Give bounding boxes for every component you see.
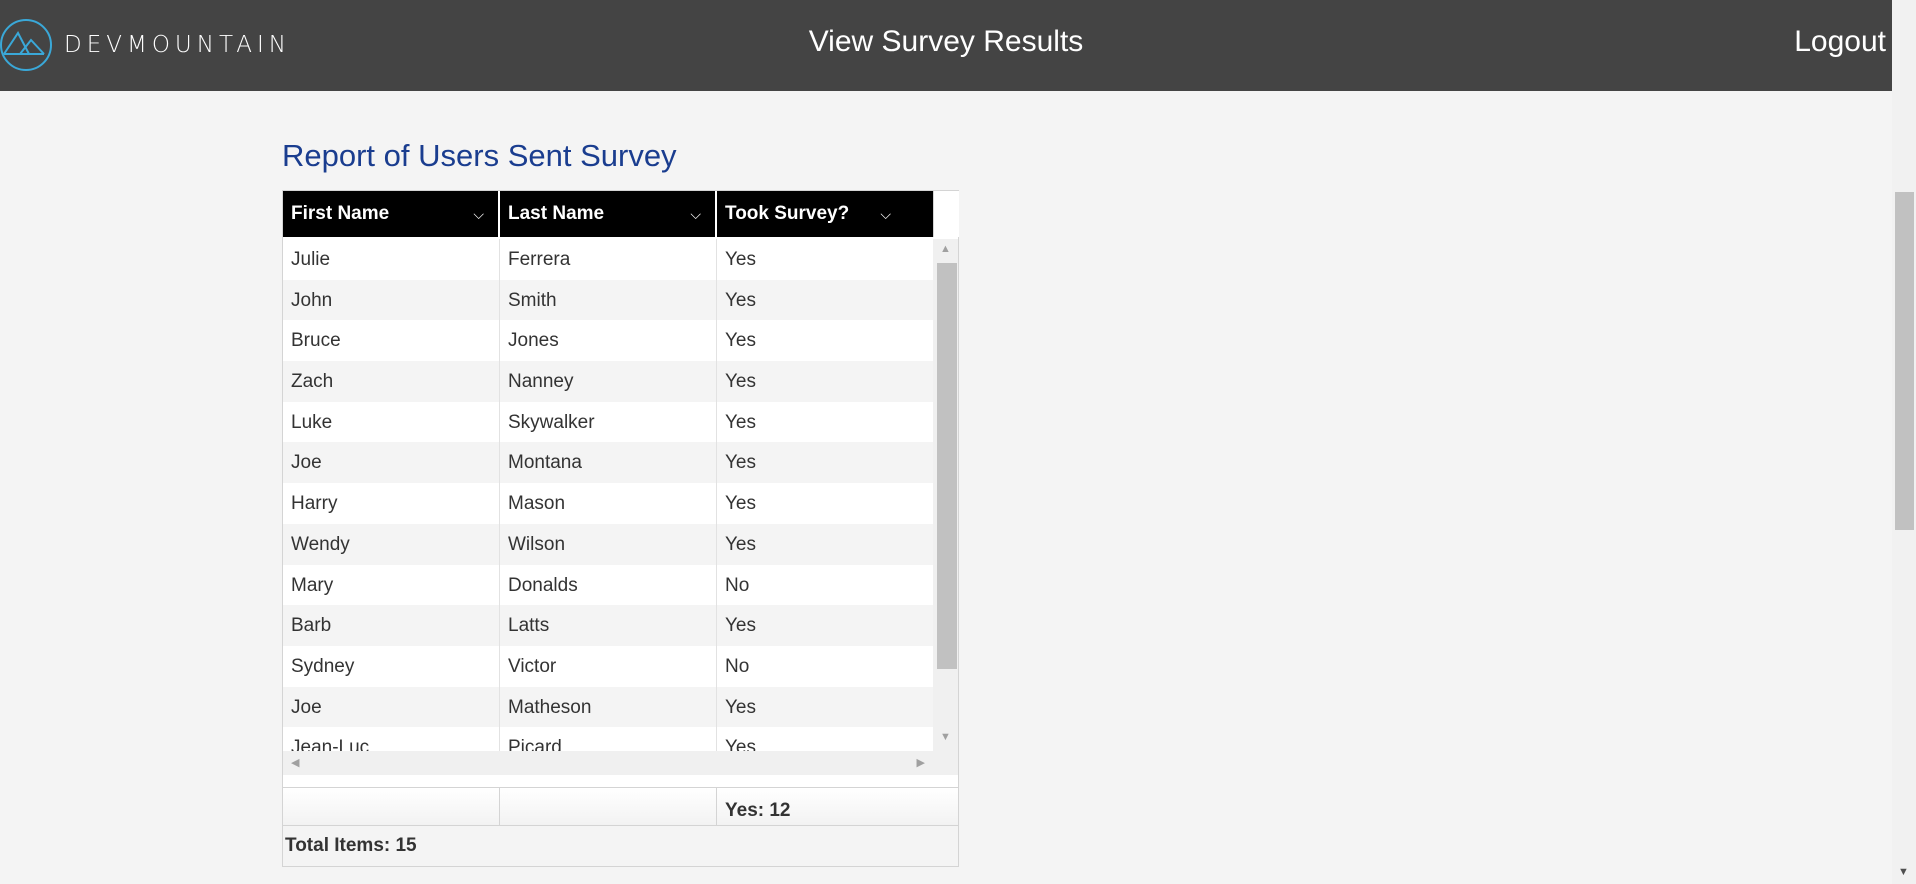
first-name-cell: Mary	[283, 564, 500, 606]
survey-results-grid: First Name ⌵ Last Name ⌵ Took Survey? ⌵ …	[282, 190, 959, 867]
took-survey-cell: Yes	[725, 411, 756, 433]
first-name-cell: Bruce	[283, 320, 500, 362]
table-row[interactable]: Sydney Victor No	[283, 645, 933, 687]
first-name-cell: Joe	[283, 442, 500, 484]
table-row[interactable]: Harry Mason Yes	[283, 483, 933, 524]
first-name-cell: Zach	[283, 361, 500, 402]
last-name-cell: Smith	[500, 279, 717, 321]
took-survey-cell: Yes	[725, 330, 756, 352]
took-survey-aggregate: Yes: 12	[725, 800, 791, 821]
took-survey-cell: Yes	[725, 533, 756, 555]
last-name-cell: Picard	[500, 727, 717, 751]
took-survey-cell: No	[725, 655, 750, 677]
last-name-cell: Wilson	[500, 523, 717, 565]
page-title: View Survey Results	[808, 25, 1084, 58]
report-title: Report of Users Sent Survey	[282, 138, 677, 173]
last-name-cell: Mason	[500, 483, 717, 524]
table-row[interactable]: Wendy Wilson Yes	[283, 523, 933, 565]
grid-body: Julie Ferrera Yes John Smith Yes Bruce Jones Y…	[283, 239, 933, 751]
column-header-took-survey[interactable]: Took Survey? ⌵	[717, 191, 933, 237]
took-survey-cell: Yes	[725, 737, 756, 751]
took-survey-cell: Yes	[725, 615, 756, 637]
last-name-cell: Skywalker	[500, 401, 717, 443]
top-navbar: DEVMOUNTAIN View Survey Results Logout	[0, 0, 1892, 91]
first-name-cell: Harry	[283, 483, 500, 524]
aggregate-cell-empty	[500, 788, 717, 826]
total-items: Total Items: 15	[283, 825, 958, 866]
last-name-cell: Ferrera	[500, 239, 717, 280]
table-row[interactable]: John Smith Yes	[283, 279, 933, 321]
column-header-first-name[interactable]: First Name ⌵	[283, 191, 500, 237]
took-survey-cell: No	[725, 574, 750, 596]
took-survey-cell: Yes	[725, 493, 756, 515]
grid-horizontal-scrollbar[interactable]: ◀ ▶	[283, 751, 933, 775]
first-name-cell: Luke	[283, 401, 500, 443]
chevron-down-icon[interactable]: ⌵	[473, 191, 484, 237]
scroll-left-arrow-icon[interactable]: ◀	[291, 756, 299, 769]
first-name-cell: Sydney	[283, 645, 500, 687]
took-survey-cell: Yes	[725, 289, 756, 311]
last-name-cell: Latts	[500, 605, 717, 646]
table-row[interactable]: Julie Ferrera Yes	[283, 239, 933, 280]
page-vertical-scrollbar[interactable]: ▼	[1892, 0, 1916, 884]
header-filler	[933, 191, 959, 237]
last-name-cell: Jones	[500, 320, 717, 362]
first-name-cell: Joe	[283, 686, 500, 728]
table-row[interactable]: Joe Matheson Yes	[283, 686, 933, 728]
last-name-cell: Montana	[500, 442, 717, 484]
table-row[interactable]: Joe Montana Yes	[283, 442, 933, 484]
first-name-cell: Julie	[283, 239, 500, 280]
last-name-cell: Nanney	[500, 361, 717, 402]
scroll-down-arrow-icon[interactable]: ▼	[1898, 866, 1909, 878]
logout-link[interactable]: Logout	[1794, 22, 1886, 62]
table-row[interactable]: Barb Latts Yes	[283, 605, 933, 646]
grid-vertical-scrollbar[interactable]: ▲ ▼	[933, 239, 958, 751]
last-name-cell: Matheson	[500, 686, 717, 728]
scroll-up-arrow-icon[interactable]: ▲	[933, 243, 958, 255]
column-header-last-name[interactable]: Last Name ⌵	[500, 191, 717, 237]
took-survey-cell: Yes	[725, 371, 756, 393]
first-name-cell: Barb	[283, 605, 500, 646]
took-survey-cell: Yes	[725, 696, 756, 718]
scroll-down-arrow-icon[interactable]: ▼	[933, 731, 958, 743]
last-name-cell: Donalds	[500, 564, 717, 606]
table-row[interactable]: Mary Donalds No	[283, 564, 933, 606]
table-row[interactable]: Zach Nanney Yes	[283, 361, 933, 402]
last-name-cell: Victor	[500, 645, 717, 687]
column-header-label: Took Survey?	[725, 203, 850, 224]
first-name-cell: John	[283, 279, 500, 321]
aggregate-cell-empty	[283, 788, 500, 826]
first-name-cell: Jean-Luc	[283, 727, 500, 751]
chevron-down-icon[interactable]: ⌵	[690, 191, 701, 237]
scrollbar-corner	[933, 751, 958, 775]
column-header-label: First Name	[291, 203, 390, 224]
page-scroll-thumb[interactable]	[1895, 192, 1914, 530]
grid-scroll-thumb[interactable]	[937, 263, 957, 669]
first-name-cell: Wendy	[283, 523, 500, 565]
table-row[interactable]: Bruce Jones Yes	[283, 320, 933, 362]
table-row[interactable]: Luke Skywalker Yes	[283, 401, 933, 443]
table-row[interactable]: Jean-Luc Picard Yes	[283, 727, 933, 751]
took-survey-cell: Yes	[725, 249, 756, 270]
took-survey-cell: Yes	[725, 452, 756, 474]
scroll-right-arrow-icon[interactable]: ▶	[917, 756, 925, 769]
column-header-label: Last Name	[508, 203, 605, 224]
grid-header: First Name ⌵ Last Name ⌵ Took Survey? ⌵	[283, 191, 933, 237]
grid-aggregate-footer: Yes: 12	[283, 787, 958, 826]
chevron-down-icon[interactable]: ⌵	[880, 191, 891, 237]
